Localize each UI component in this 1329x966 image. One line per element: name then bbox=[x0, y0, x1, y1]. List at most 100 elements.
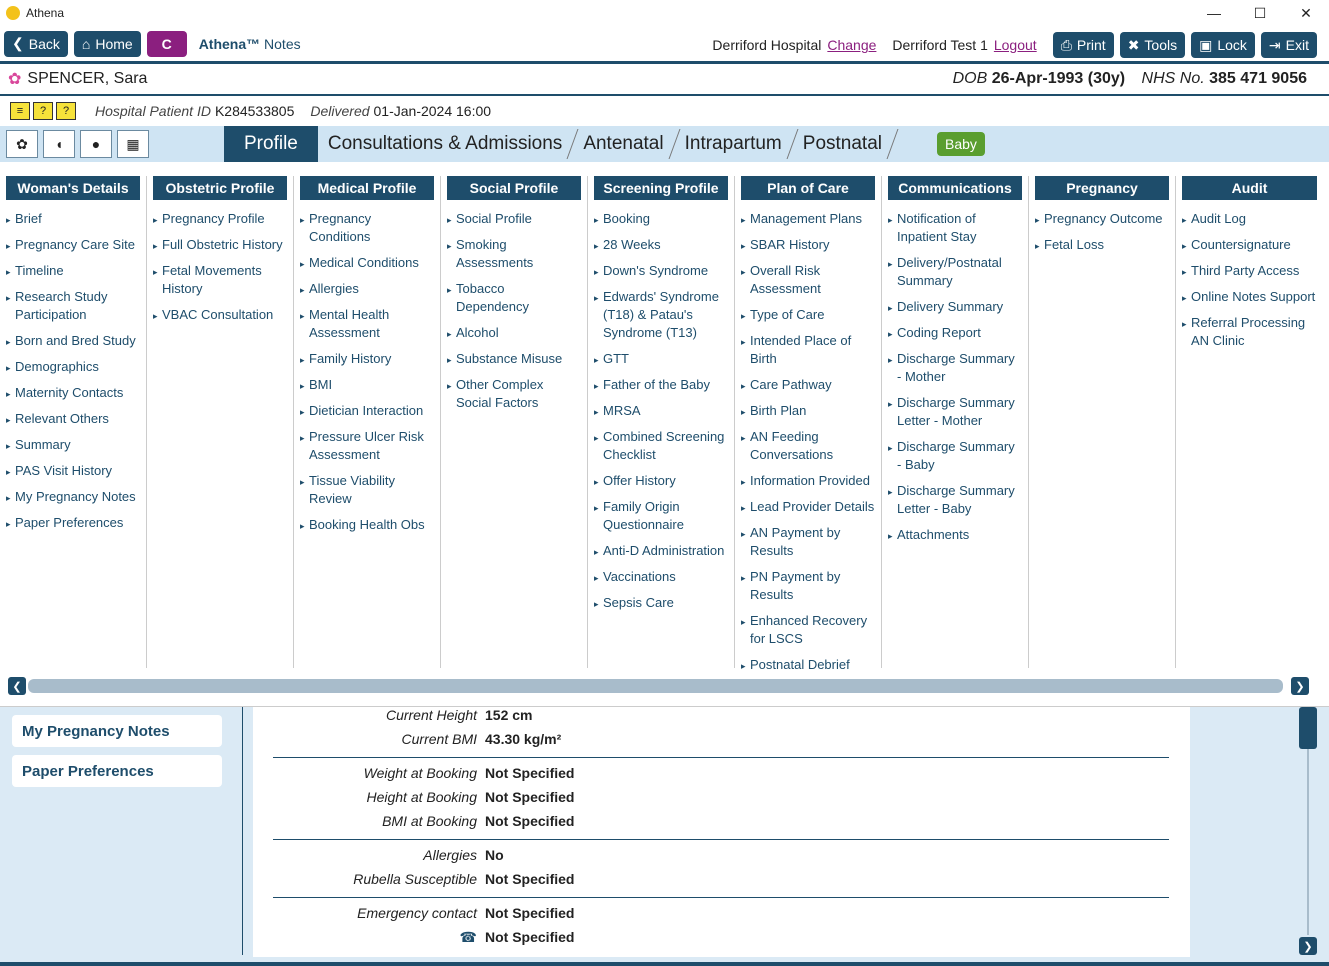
menu-item[interactable]: Dietician Interaction bbox=[300, 402, 434, 421]
baby-button[interactable]: Baby bbox=[937, 132, 985, 156]
menu-item[interactable]: 28 Weeks bbox=[594, 236, 728, 255]
menu-item[interactable]: Booking bbox=[594, 210, 728, 229]
calendar-icon[interactable]: ▦ bbox=[117, 130, 149, 158]
scroll-thumb[interactable] bbox=[28, 679, 1283, 693]
menu-item[interactable]: AN Feeding Conversations bbox=[741, 428, 875, 464]
menu-item[interactable]: Birth Plan bbox=[741, 402, 875, 421]
menu-item[interactable]: Family Origin Questionnaire bbox=[594, 498, 728, 534]
menu-item[interactable]: Tobacco Dependency bbox=[447, 280, 581, 316]
menu-item[interactable]: Booking Health Obs bbox=[300, 516, 434, 535]
menu-item[interactable]: Relevant Others bbox=[6, 410, 140, 429]
sidebar-my-pregnancy-notes[interactable]: My Pregnancy Notes bbox=[12, 715, 222, 747]
menu-item[interactable]: Research Study Participation bbox=[6, 288, 140, 324]
scroll-thumb[interactable] bbox=[1299, 707, 1317, 749]
menu-item[interactable]: Mental Health Assessment bbox=[300, 306, 434, 342]
menu-item[interactable]: Enhanced Recovery for LSCS bbox=[741, 612, 875, 648]
close-button[interactable]: ✕ bbox=[1283, 0, 1329, 26]
menu-item[interactable]: Timeline bbox=[6, 262, 140, 281]
menu-item[interactable]: Tissue Viability Review bbox=[300, 472, 434, 508]
menu-item[interactable]: Pregnancy Profile bbox=[153, 210, 287, 229]
print-button[interactable]: ⎙ Print bbox=[1052, 32, 1114, 58]
menu-item[interactable]: Coding Report bbox=[888, 324, 1022, 343]
menu-item[interactable]: Attachments bbox=[888, 526, 1022, 545]
menu-item[interactable]: Sepsis Care bbox=[594, 594, 728, 613]
menu-item[interactable]: Discharge Summary Letter - Baby bbox=[888, 482, 1022, 518]
menu-item[interactable]: BMI bbox=[300, 376, 434, 395]
menu-item[interactable]: Combined Screening Checklist bbox=[594, 428, 728, 464]
menu-item[interactable]: Pressure Ulcer Risk Assessment bbox=[300, 428, 434, 464]
menu-item[interactable]: PN Payment by Results bbox=[741, 568, 875, 604]
tab-intrapartum[interactable]: Intrapartum bbox=[675, 126, 792, 162]
tab-consultations[interactable]: Consultations & Admissions bbox=[318, 126, 572, 162]
alert-list-icon[interactable]: ≡ bbox=[10, 102, 30, 120]
menu-item[interactable]: MRSA bbox=[594, 402, 728, 421]
menu-item[interactable]: Discharge Summary - Baby bbox=[888, 438, 1022, 474]
menu-item[interactable]: Delivery/Postnatal Summary bbox=[888, 254, 1022, 290]
menu-item[interactable]: Discharge Summary Letter - Mother bbox=[888, 394, 1022, 430]
tools-button[interactable]: ✖ Tools bbox=[1119, 32, 1186, 58]
menu-item[interactable]: PAS Visit History bbox=[6, 462, 140, 481]
menu-item[interactable]: VBAC Consultation bbox=[153, 306, 287, 325]
menu-item[interactable]: Allergies bbox=[300, 280, 434, 299]
menu-item[interactable]: Fetal Loss bbox=[1035, 236, 1169, 255]
menu-item[interactable]: Pregnancy Care Site bbox=[6, 236, 140, 255]
menu-item[interactable]: Vaccinations bbox=[594, 568, 728, 587]
menu-item[interactable]: Born and Bred Study bbox=[6, 332, 140, 351]
menu-item[interactable]: Offer History bbox=[594, 472, 728, 491]
change-link[interactable]: Change bbox=[827, 37, 876, 53]
mother-baby-icon[interactable]: ● bbox=[80, 130, 112, 158]
menu-item[interactable]: Alcohol bbox=[447, 324, 581, 343]
menu-item[interactable]: Medical Conditions bbox=[300, 254, 434, 273]
menu-item[interactable]: Summary bbox=[6, 436, 140, 455]
menu-item[interactable]: Full Obstetric History bbox=[153, 236, 287, 255]
menu-item[interactable]: Online Notes Support bbox=[1182, 288, 1317, 307]
menu-item[interactable]: Pregnancy Outcome bbox=[1035, 210, 1169, 229]
menu-item[interactable]: Other Complex Social Factors bbox=[447, 376, 581, 412]
menu-item[interactable]: Type of Care bbox=[741, 306, 875, 325]
maximize-button[interactable]: ☐ bbox=[1237, 0, 1283, 26]
exit-button[interactable]: ⇥ Exit bbox=[1260, 32, 1317, 58]
menu-item[interactable]: AN Payment by Results bbox=[741, 524, 875, 560]
menu-item[interactable]: Audit Log bbox=[1182, 210, 1317, 229]
menu-item[interactable]: Care Pathway bbox=[741, 376, 875, 395]
minimize-button[interactable]: — bbox=[1191, 0, 1237, 26]
menu-item[interactable]: Third Party Access bbox=[1182, 262, 1317, 281]
menu-item[interactable]: Anti-D Administration bbox=[594, 542, 728, 561]
tab-profile[interactable]: Profile bbox=[224, 126, 318, 162]
menu-item[interactable]: Overall Risk Assessment bbox=[741, 262, 875, 298]
lock-button[interactable]: ▣ Lock bbox=[1191, 32, 1255, 58]
menu-item[interactable]: Delivery Summary bbox=[888, 298, 1022, 317]
menu-item[interactable]: Brief bbox=[6, 210, 140, 229]
sidebar-paper-preferences[interactable]: Paper Preferences bbox=[12, 755, 222, 787]
scroll-left-icon[interactable]: ❮ bbox=[8, 677, 26, 695]
menu-item[interactable]: GTT bbox=[594, 350, 728, 369]
menu-item[interactable]: Social Profile bbox=[447, 210, 581, 229]
menu-item[interactable]: Father of the Baby bbox=[594, 376, 728, 395]
menu-item[interactable]: Fetal Movements History bbox=[153, 262, 287, 298]
scroll-right-icon[interactable]: ❯ bbox=[1291, 677, 1309, 695]
menu-item[interactable]: Smoking Assessments bbox=[447, 236, 581, 272]
menu-item[interactable]: Notification of Inpatient Stay bbox=[888, 210, 1022, 246]
menu-item[interactable]: Pregnancy Conditions bbox=[300, 210, 434, 246]
tab-postnatal[interactable]: Postnatal bbox=[793, 126, 892, 162]
vertical-scrollbar[interactable]: ❯ bbox=[1299, 707, 1317, 955]
flower-icon-button[interactable]: ✿ bbox=[6, 130, 38, 158]
menu-item[interactable]: Family History bbox=[300, 350, 434, 369]
c-button[interactable]: C bbox=[146, 30, 187, 57]
menu-item[interactable]: Maternity Contacts bbox=[6, 384, 140, 403]
menu-item[interactable]: Discharge Summary - Mother bbox=[888, 350, 1022, 386]
menu-item[interactable]: Countersignature bbox=[1182, 236, 1317, 255]
question-icon[interactable]: ? bbox=[33, 102, 53, 120]
menu-item[interactable]: Edwards' Syndrome (T18) & Patau's Syndro… bbox=[594, 288, 728, 342]
menu-item[interactable]: Management Plans bbox=[741, 210, 875, 229]
back-button[interactable]: ❮ Back bbox=[4, 30, 68, 57]
logout-link[interactable]: Logout bbox=[994, 37, 1037, 53]
scroll-down-icon[interactable]: ❯ bbox=[1299, 937, 1317, 955]
menu-item[interactable]: Demographics bbox=[6, 358, 140, 377]
horizontal-scrollbar[interactable]: ❮ ❯ bbox=[8, 677, 1309, 695]
menu-item[interactable]: Referral Processing AN Clinic bbox=[1182, 314, 1317, 350]
menu-item[interactable]: Lead Provider Details bbox=[741, 498, 875, 517]
question-icon-2[interactable]: ? bbox=[56, 102, 76, 120]
menu-item[interactable]: Postnatal Debrief bbox=[741, 656, 875, 675]
menu-item[interactable]: Information Provided bbox=[741, 472, 875, 491]
